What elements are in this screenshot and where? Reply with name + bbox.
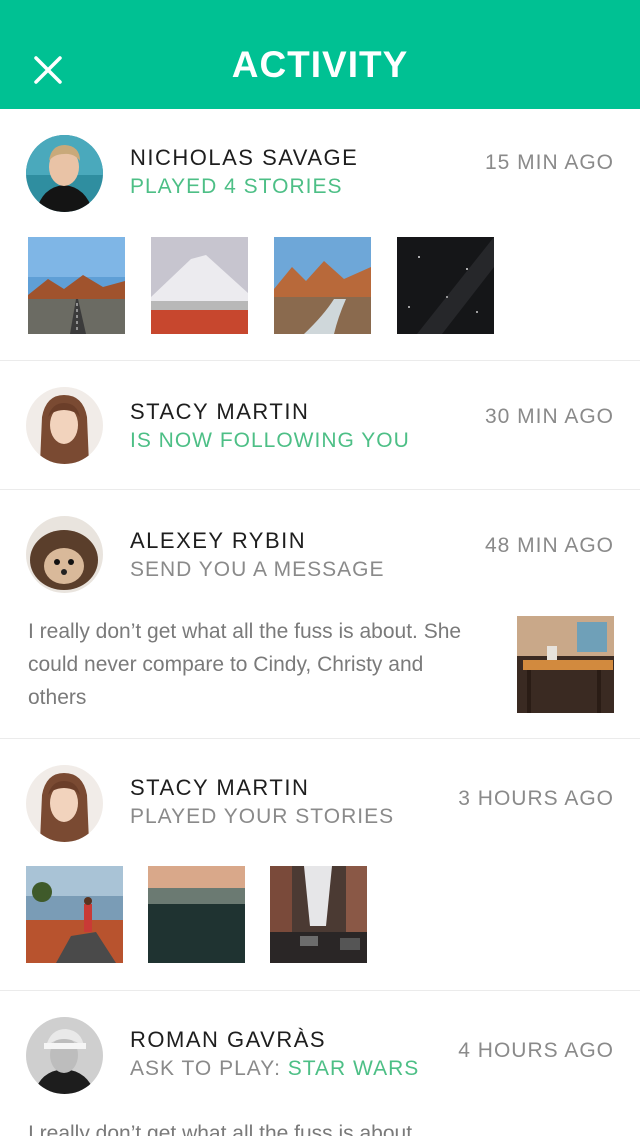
story-thumbnails <box>28 237 494 334</box>
story-thumbnail[interactable] <box>26 866 123 963</box>
user-name[interactable]: STACY MARTIN <box>130 399 309 425</box>
story-thumbnail[interactable] <box>28 237 125 334</box>
story-link[interactable]: STAR WARS <box>288 1057 420 1080</box>
activity-description: PLAYED 4 STORIES <box>130 175 343 198</box>
activity-item[interactable]: ALEXEY RYBIN SEND YOU A MESSAGE 48 MIN A… <box>0 490 640 739</box>
activity-item[interactable]: STACY MARTIN PLAYED YOUR STORIES 3 HOURS… <box>0 739 640 991</box>
user-name[interactable]: NICHOLAS SAVAGE <box>130 145 358 171</box>
avatar[interactable] <box>26 1017 103 1094</box>
activity-item[interactable]: ROMAN GAVRÀS ASK TO PLAY: STAR WARS 4 HO… <box>0 991 640 1136</box>
message-text: I really don’t get what all the fuss is … <box>28 1122 418 1136</box>
user-name[interactable]: ROMAN GAVRÀS <box>130 1027 326 1053</box>
activity-item[interactable]: STACY MARTIN IS NOW FOLLOWING YOU 30 MIN… <box>0 361 640 490</box>
activity-item[interactable]: NICHOLAS SAVAGE PLAYED 4 STORIES 15 MIN … <box>0 109 640 361</box>
activity-description: IS NOW FOLLOWING YOU <box>130 429 410 452</box>
page-title: ACTIVITY <box>231 44 409 85</box>
avatar[interactable] <box>26 765 103 842</box>
story-thumbnail[interactable] <box>148 866 245 963</box>
user-name[interactable]: ALEXEY RYBIN <box>130 528 306 554</box>
activity-description: ASK TO PLAY: STAR WARS <box>130 1057 419 1081</box>
message-attachment[interactable] <box>517 616 614 713</box>
story-thumbnail[interactable] <box>270 866 367 963</box>
action-prefix: ASK TO PLAY: <box>130 1057 288 1080</box>
story-thumbnails <box>26 866 367 963</box>
activity-description: SEND YOU A MESSAGE <box>130 558 385 581</box>
timestamp: 3 HOURS AGO <box>458 787 614 810</box>
avatar[interactable] <box>26 135 103 212</box>
timestamp: 30 MIN AGO <box>484 405 614 428</box>
timestamp: 15 MIN AGO <box>484 151 614 174</box>
avatar[interactable] <box>26 387 103 464</box>
story-thumbnail[interactable] <box>274 237 371 334</box>
avatar[interactable] <box>26 516 103 593</box>
activity-feed[interactable]: NICHOLAS SAVAGE PLAYED 4 STORIES 15 MIN … <box>0 109 640 1136</box>
user-name[interactable]: STACY MARTIN <box>130 775 309 801</box>
timestamp: 48 MIN AGO <box>484 534 614 557</box>
message-text: I really don’t get what all the fuss is … <box>28 620 462 709</box>
timestamp: 4 HOURS AGO <box>458 1039 614 1062</box>
top-bar: ACTIVITY <box>0 0 640 109</box>
story-thumbnail[interactable] <box>151 237 248 334</box>
story-thumbnail[interactable] <box>397 237 494 334</box>
activity-description: PLAYED YOUR STORIES <box>130 805 395 828</box>
